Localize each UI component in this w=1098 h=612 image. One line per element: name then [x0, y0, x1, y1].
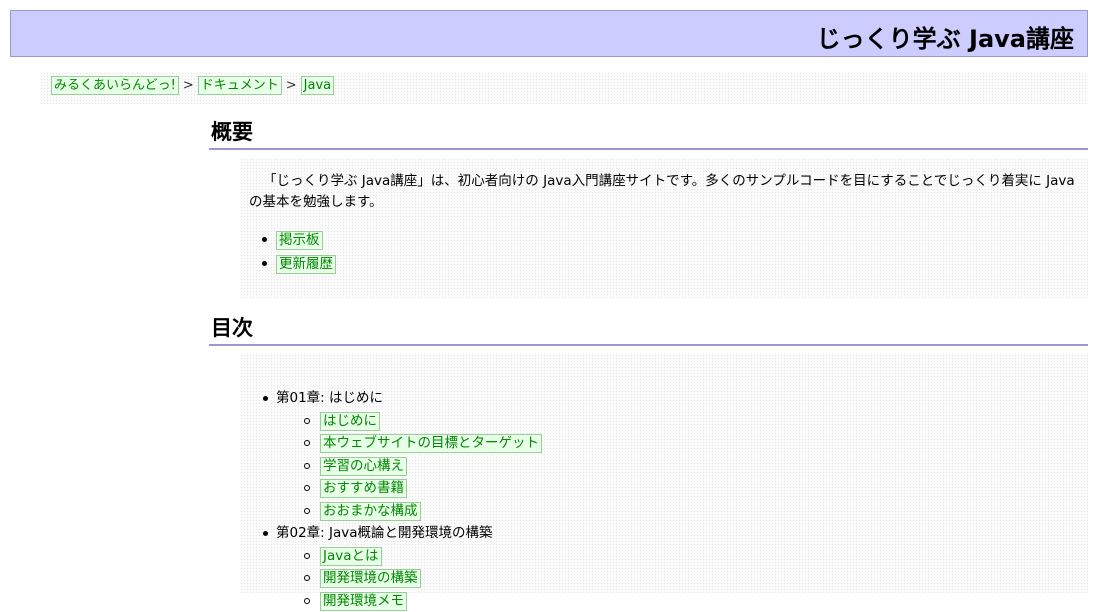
list-item: 更新履歴 [276, 252, 1088, 276]
toc-link[interactable]: 学習の心構え [320, 457, 407, 476]
toc-section: 第01章: はじめに はじめに 本ウェブサイトの目標とターゲット 学習の心構え … [240, 354, 1088, 593]
chapter-title: 第02章: Java概論と開発環境の構築 [276, 525, 493, 541]
list-item: はじめに [320, 410, 1088, 433]
chapter-links: Javaとは 開発環境の構築 開発環境メモ [276, 545, 1088, 612]
list-item: おすすめ書籍 [320, 477, 1088, 500]
toc-link[interactable]: 開発環境の構築 [320, 569, 421, 588]
chapter-item: 第02章: Java概論と開発環境の構築 Javaとは 開発環境の構築 開発環境… [276, 522, 1088, 612]
list-item: 開発環境の構築 [320, 567, 1088, 590]
circle-bullet-icon [304, 553, 310, 559]
circle-bullet-icon [304, 508, 310, 514]
circle-bullet-icon [304, 598, 310, 604]
bbs-link[interactable]: 掲示板 [276, 231, 323, 250]
circle-bullet-icon [304, 440, 310, 446]
chapter-title: 第01章: はじめに [276, 390, 383, 406]
breadcrumb-java-link[interactable]: Java [301, 76, 334, 95]
list-item: おおまかな構成 [320, 500, 1088, 523]
toc-list: 第01章: はじめに はじめに 本ウェブサイトの目標とターゲット 学習の心構え … [240, 354, 1088, 612]
overview-links: 掲示板 更新履歴 [240, 213, 1088, 276]
site-title: じっくり学ぶ Java講座 [817, 19, 1074, 54]
circle-bullet-icon [304, 463, 310, 469]
chapter-item: 第01章: はじめに はじめに 本ウェブサイトの目標とターゲット 学習の心構え … [276, 387, 1088, 522]
breadcrumb-separator: > [183, 78, 194, 93]
circle-bullet-icon [304, 485, 310, 491]
bullet-icon [262, 237, 267, 242]
list-item: 本ウェブサイトの目標とターゲット [320, 432, 1088, 455]
bullet-icon [262, 261, 267, 266]
toc-link[interactable]: 本ウェブサイトの目標とターゲット [320, 434, 542, 453]
breadcrumb-home-link[interactable]: みるくあいらんどっ! [51, 76, 179, 95]
list-item: Javaとは [320, 545, 1088, 568]
overview-heading: 概要 [209, 116, 1088, 150]
toc-link[interactable]: 開発環境メモ [320, 592, 407, 611]
bullet-icon [263, 396, 268, 401]
circle-bullet-icon [304, 575, 310, 581]
list-item: 学習の心構え [320, 455, 1088, 478]
intro-text: 「じっくり学ぶ Java講座」は、初心者向けの Java入門講座サイトです。多く… [240, 158, 1088, 213]
breadcrumb-separator: > [286, 78, 297, 93]
toc-link[interactable]: おすすめ書籍 [320, 479, 407, 498]
site-header: じっくり学ぶ Java講座 [10, 10, 1088, 57]
breadcrumb-documents-link[interactable]: ドキュメント [198, 76, 282, 95]
list-item: 掲示板 [276, 228, 1088, 252]
circle-bullet-icon [304, 418, 310, 424]
overview-section: 「じっくり学ぶ Java講座」は、初心者向けの Java入門講座サイトです。多く… [240, 158, 1088, 298]
chapter-links: はじめに 本ウェブサイトの目標とターゲット 学習の心構え おすすめ書籍 おおまか… [276, 410, 1088, 523]
breadcrumb: みるくあいらんどっ! > ドキュメント > Java [40, 72, 1088, 104]
bullet-icon [263, 531, 268, 536]
toc-link[interactable]: はじめに [320, 412, 380, 431]
toc-heading: 目次 [209, 312, 1088, 346]
toc-link[interactable]: おおまかな構成 [320, 502, 421, 521]
toc-link[interactable]: Javaとは [320, 547, 382, 566]
changelog-link[interactable]: 更新履歴 [276, 255, 336, 274]
